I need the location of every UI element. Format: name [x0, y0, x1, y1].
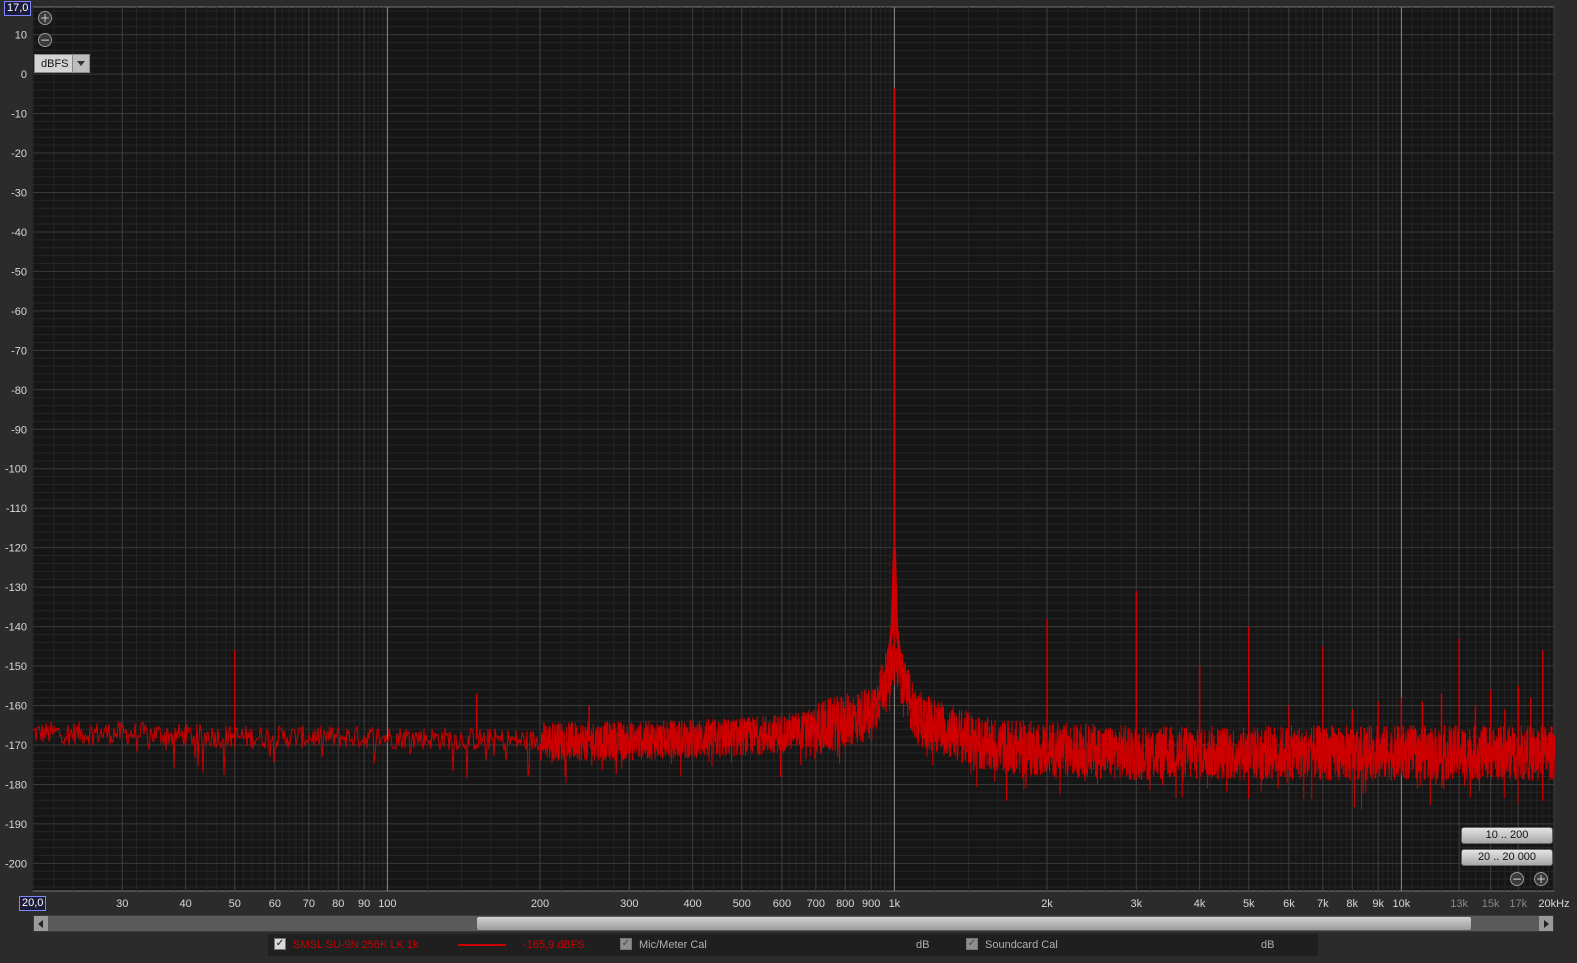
soundcard-cal-unit: dB	[1261, 939, 1275, 951]
x-tick-label: 1k	[889, 898, 901, 910]
y-tick-label: -130	[5, 582, 27, 594]
range-20-20000-button[interactable]: 20 .. 20 000	[1461, 849, 1553, 866]
horizontal-scrollbar[interactable]	[33, 915, 1554, 932]
x-tick-label: 900	[862, 898, 880, 910]
mic-cal-checkbox[interactable]: ✓	[620, 938, 632, 950]
x-tick-label: 4k	[1194, 898, 1206, 910]
y-tick-label: -110	[6, 503, 27, 515]
x-tick-label: 13k	[1450, 898, 1468, 910]
spectrum-analyzer-window: 30 40 50 60 70 80 90 100 200 300 400 500 600 700 800 90…	[0, 0, 1577, 963]
chevron-down-icon[interactable]	[72, 55, 89, 72]
x-tick-label: 600	[773, 898, 791, 910]
x-tick-label: 100	[378, 898, 396, 910]
x-tick-label: 300	[620, 898, 638, 910]
x-tick-label: 400	[683, 898, 701, 910]
y-tick-label: -140	[5, 622, 27, 634]
x-min-input[interactable]: 20,0	[19, 896, 47, 911]
x-tick-label: 40	[179, 898, 191, 910]
x-tick-label: 3k	[1130, 898, 1142, 910]
x-tick-label: 70	[303, 898, 315, 910]
trace-visibility-checkbox[interactable]: ✓	[274, 938, 286, 950]
soundcard-cal-label: Soundcard Cal	[985, 939, 1058, 951]
y-tick-label: -30	[11, 187, 27, 199]
y-tick-label: -160	[5, 701, 27, 713]
y-tick-label: -100	[5, 464, 27, 476]
y-tick-label: -170	[5, 740, 27, 752]
x-tick-label: 8k	[1346, 898, 1358, 910]
y-tick-label: -180	[5, 779, 27, 791]
y-tick-label: -90	[11, 424, 27, 436]
y-tick-label: 0	[21, 69, 27, 81]
x-tick-label: 90	[358, 898, 370, 910]
x-tick-label: 500	[733, 898, 751, 910]
x-tick-label: 50	[229, 898, 241, 910]
y-tick-label: -50	[11, 266, 27, 278]
scroll-thumb[interactable]	[477, 917, 1471, 930]
unit-select[interactable]: dBFS	[34, 54, 90, 73]
arrow-left-icon[interactable]	[34, 916, 48, 931]
trace-value: -165,9 dBFS	[523, 939, 585, 951]
y-tick-label: -20	[11, 148, 27, 160]
x-tick-label: 200	[531, 898, 549, 910]
y-tick-label: -80	[11, 385, 27, 397]
y-tick-label: -60	[11, 306, 27, 318]
x-tick-label: 7k	[1317, 898, 1329, 910]
y-max-input[interactable]: 17,0	[4, 1, 32, 16]
y-tick-label: -40	[11, 227, 27, 239]
soundcard-cal-checkbox[interactable]: ✓	[966, 938, 978, 950]
x-tick-label: 17k	[1509, 898, 1527, 910]
x-tick-label: 700	[807, 898, 825, 910]
minus-circle-icon[interactable]: −	[1510, 872, 1524, 886]
x-tick-label: 9k	[1372, 898, 1384, 910]
range-10-200-button[interactable]: 10 .. 200	[1461, 827, 1553, 844]
plus-circle-icon[interactable]: +	[38, 11, 52, 25]
y-tick-label: -200	[5, 858, 27, 870]
x-tick-label: 6k	[1283, 898, 1295, 910]
mic-cal-label: Mic/Meter Cal	[639, 939, 707, 951]
y-tick-label: -190	[5, 819, 27, 831]
x-tick-label: 10k	[1393, 898, 1411, 910]
spectrum-chart[interactable]: 30 40 50 60 70 80 90 100 200 300 400 500 600 700 800 90…	[0, 0, 1577, 963]
mic-cal-unit: dB	[916, 939, 930, 951]
arrow-right-icon[interactable]	[1539, 916, 1553, 931]
x-tick-label: 20kHz	[1538, 898, 1569, 910]
x-tick-label: 5k	[1243, 898, 1255, 910]
x-tick-label: 30	[116, 898, 128, 910]
x-tick-label: 800	[836, 898, 854, 910]
minus-circle-icon[interactable]: −	[38, 33, 52, 47]
y-tick-label: -120	[5, 543, 27, 555]
unit-select-label: dBFS	[41, 57, 69, 70]
y-tick-label: -10	[11, 109, 27, 121]
trace-name: SMSL SU-9N 256K LK 1k	[293, 939, 419, 951]
y-tick-label: -150	[5, 661, 27, 673]
y-tick-label: 10	[15, 30, 27, 42]
trace-color-swatch	[458, 944, 506, 946]
x-tick-label: 60	[269, 898, 281, 910]
x-tick-label: 80	[332, 898, 344, 910]
x-tick-label: 2k	[1041, 898, 1053, 910]
plus-circle-icon[interactable]: +	[1534, 872, 1548, 886]
y-tick-label: -70	[11, 345, 27, 357]
legend-bar: ✓ SMSL SU-9N 256K LK 1k -165,9 dBFS ✓ Mi…	[268, 934, 1318, 956]
x-tick-label: 15k	[1482, 898, 1500, 910]
